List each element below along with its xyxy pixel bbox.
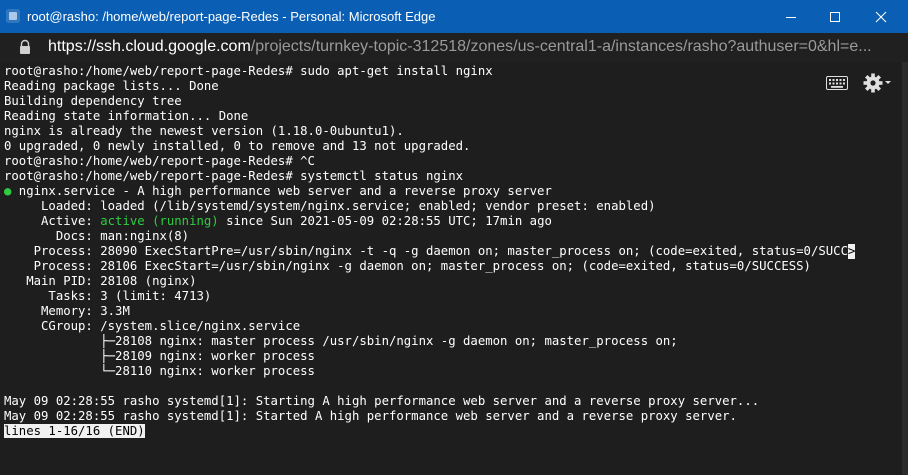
close-button[interactable] <box>858 0 904 33</box>
terminal-line: root@rasho:/home/web/report-page-Redes# … <box>4 154 315 168</box>
pager-status: lines 1-16/16 (END) <box>4 424 145 438</box>
line-text: Process: 28090 ExecStartPre=/usr/sbin/ng… <box>4 244 848 258</box>
maximize-icon <box>830 11 840 22</box>
minimize-button[interactable] <box>768 0 814 33</box>
terminal-line: 0 upgraded, 0 newly installed, 0 to remo… <box>4 139 471 153</box>
gear-icon[interactable] <box>862 72 892 94</box>
address-bar[interactable]: https://ssh.cloud.google.com/projects/tu… <box>0 33 908 63</box>
terminal-line: Reading package lists... Done <box>4 79 219 93</box>
terminal-line: CGroup: /system.slice/nginx.service <box>4 319 301 333</box>
title-bar[interactable]: root@rasho: /home/web/report-page-Redes … <box>0 0 908 33</box>
lock-icon <box>20 39 30 54</box>
terminal-line: Tasks: 3 (limit: 4713) <box>4 289 212 303</box>
line-text: since Sun 2021-05-09 02:28:55 UTC; 17min… <box>218 214 552 228</box>
url-host: https://ssh.cloud.google.com <box>48 38 251 55</box>
terminal-toolbar <box>826 72 896 94</box>
terminal-line: Memory: 3.3M <box>4 304 130 318</box>
scrollbar-track[interactable] <box>902 62 908 475</box>
minimize-icon <box>786 16 796 18</box>
keyboard-icon[interactable] <box>826 76 848 90</box>
terminal-line: Docs: man:nginx(8) <box>4 229 190 243</box>
maximize-button[interactable] <box>812 0 858 33</box>
terminal-line: lines 1-16/16 (END) <box>4 424 904 439</box>
terminal-output[interactable]: root@rasho:/home/web/report-page-Redes# … <box>4 64 904 439</box>
browser-window: root@rasho: /home/web/report-page-Redes … <box>0 0 908 475</box>
terminal-line: Process: 28106 ExecStart=/usr/sbin/nginx… <box>4 259 811 273</box>
edge-favicon-icon <box>6 9 20 23</box>
terminal-line: ├─28108 nginx: master process /usr/sbin/… <box>4 334 678 348</box>
url-path: /projects/turnkey-topic-312518/zones/us-… <box>250 38 872 55</box>
terminal-line: ├─28109 nginx: worker process <box>4 349 315 363</box>
terminal-line: nginx is already the newest version (1.1… <box>4 124 404 138</box>
terminal-line: └─28110 nginx: worker process <box>4 364 315 378</box>
terminal-line: Process: 28090 ExecStartPre=/usr/sbin/ng… <box>4 244 904 259</box>
terminal-line: May 09 02:28:55 rasho systemd[1]: Starti… <box>4 394 760 408</box>
terminal-line: Building dependency tree <box>4 94 182 108</box>
terminal-line: root@rasho:/home/web/report-page-Redes# … <box>4 64 493 78</box>
line-label: Active: <box>4 214 101 228</box>
terminal-line: Active: active (running) since Sun 2021-… <box>4 214 904 229</box>
url-field[interactable]: https://ssh.cloud.google.com/projects/tu… <box>48 37 898 57</box>
truncation-marker: > <box>847 244 856 259</box>
close-icon <box>875 11 887 22</box>
terminal-line: Loaded: loaded (/lib/systemd/system/ngin… <box>4 199 656 213</box>
terminal-line: Reading state information... Done <box>4 109 249 123</box>
terminal-line: Main PID: 28108 (nginx) <box>4 274 197 288</box>
line-text: nginx.service - A high performance web s… <box>11 184 552 198</box>
status-active-text: active (running) <box>100 214 219 228</box>
terminal-pane[interactable]: root@rasho:/home/web/report-page-Redes# … <box>0 62 908 475</box>
terminal-line: ● nginx.service - A high performance web… <box>4 184 904 199</box>
terminal-line: root@rasho:/home/web/report-page-Redes# … <box>4 169 464 183</box>
window-title: root@rasho: /home/web/report-page-Redes … <box>27 9 436 24</box>
terminal-line: May 09 02:28:55 rasho systemd[1]: Starte… <box>4 409 737 423</box>
